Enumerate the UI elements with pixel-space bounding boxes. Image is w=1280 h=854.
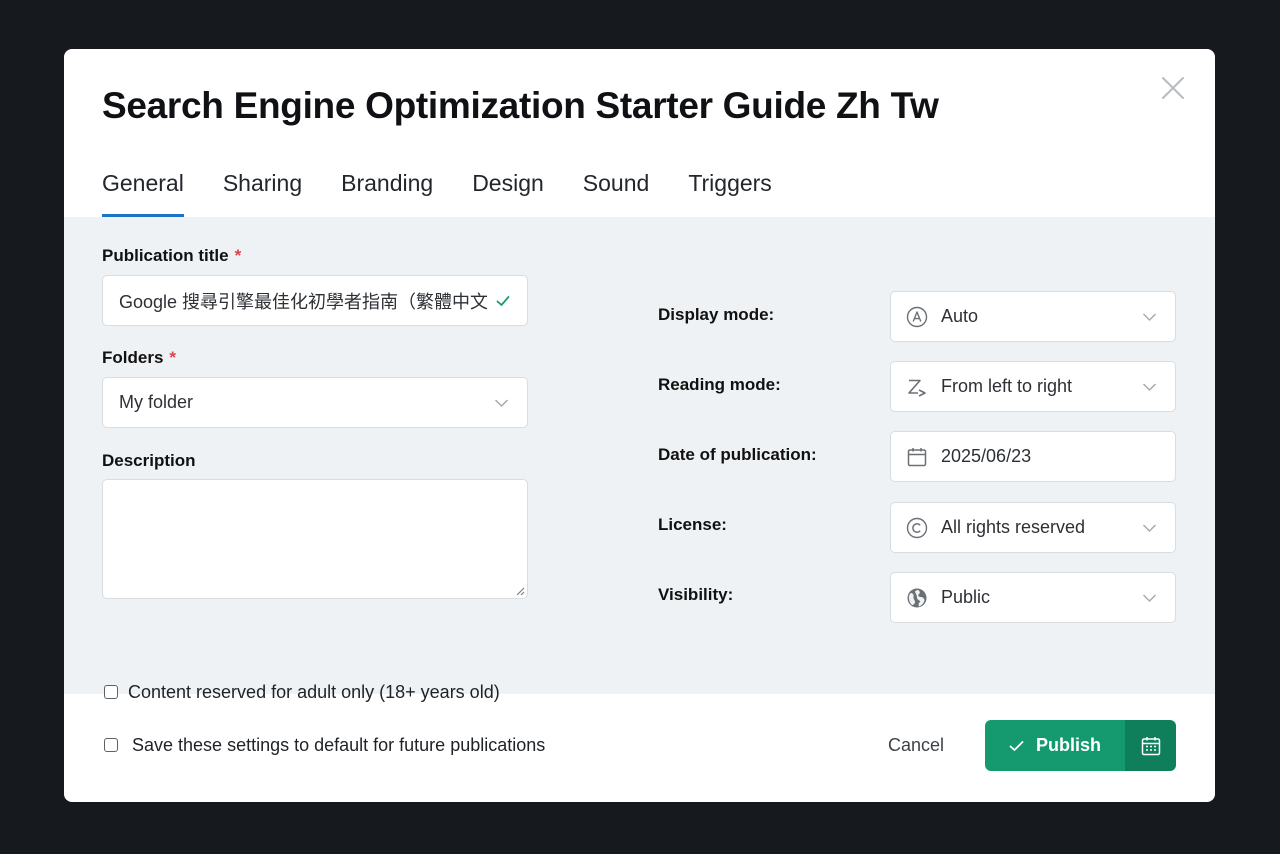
license-value: All rights reserved (941, 517, 1086, 537)
resize-handle-icon[interactable] (515, 586, 525, 596)
publish-button[interactable]: Publish (985, 720, 1125, 771)
display-mode-select[interactable]: Auto (890, 291, 1176, 342)
adult-only-label: Content reserved for adult only (18+ yea… (128, 682, 500, 702)
folders-label-text: Folders (102, 348, 164, 367)
save-default-checkbox[interactable] (104, 738, 118, 752)
required-marker: * (169, 348, 177, 367)
description-label: Description (102, 451, 196, 470)
date-of-publication-input[interactable]: 2025/06/23 (890, 431, 1176, 482)
date-of-publication-value: 2025/06/23 (941, 446, 1032, 466)
publication-title-label: Publication title * (102, 246, 241, 266)
publication-title-value: Google 搜尋引擎最佳化初學者指南（繁體中文 (119, 291, 487, 312)
publish-button-group: Publish (985, 720, 1176, 771)
visibility-select[interactable]: Public (890, 572, 1176, 623)
globe-icon (906, 587, 928, 609)
auto-mode-icon (906, 306, 928, 328)
reading-direction-icon (906, 376, 928, 398)
folders-label: Folders * (102, 348, 176, 368)
check-icon (1009, 740, 1024, 751)
cancel-button[interactable]: Cancel (888, 735, 944, 756)
visibility-label: Visibility: (658, 585, 734, 604)
calendar-icon (1141, 736, 1160, 755)
visibility-value: Public (941, 587, 991, 607)
close-icon[interactable] (1160, 75, 1186, 101)
required-marker: * (234, 246, 242, 265)
chevron-down-icon (494, 398, 509, 408)
tab-triggers[interactable]: Triggers (688, 167, 772, 217)
dialog-title: Search Engine Optimization Starter Guide… (102, 85, 939, 126)
general-settings-panel: Publication title * Google 搜尋引擎最佳化初學者指南（繁… (64, 217, 1215, 702)
chevron-down-icon (1142, 593, 1157, 603)
publication-title-input[interactable]: Google 搜尋引擎最佳化初學者指南（繁體中文 (102, 275, 528, 326)
chevron-down-icon (1142, 523, 1157, 533)
date-of-publication-label: Date of publication: (658, 445, 817, 464)
folders-select[interactable]: My folder (102, 377, 528, 428)
tab-general[interactable]: General (102, 167, 184, 217)
tab-branding[interactable]: Branding (341, 167, 433, 217)
display-mode-label: Display mode: (658, 305, 775, 324)
publication-settings-dialog: Search Engine Optimization Starter Guide… (64, 49, 1215, 802)
copyright-icon (906, 517, 928, 539)
calendar-icon (906, 446, 928, 468)
publish-label: Publish (1035, 735, 1101, 755)
display-mode-value: Auto (941, 306, 979, 326)
settings-tabs: General Sharing Branding Design Sound Tr… (102, 167, 811, 217)
adult-only-checkbox[interactable] (104, 685, 118, 699)
license-select[interactable]: All rights reserved (890, 502, 1176, 553)
description-textarea[interactable] (102, 479, 528, 599)
chevron-down-icon (1142, 382, 1157, 392)
reading-mode-value: From left to right (941, 376, 1073, 396)
tab-sound[interactable]: Sound (583, 167, 650, 217)
valid-check-icon (496, 296, 510, 306)
reading-mode-label: Reading mode: (658, 375, 781, 394)
tab-sharing[interactable]: Sharing (223, 167, 302, 217)
tab-design[interactable]: Design (472, 167, 544, 217)
publication-title-label-text: Publication title (102, 246, 229, 265)
license-label: License: (658, 515, 727, 534)
schedule-publish-button[interactable] (1125, 720, 1176, 771)
reading-mode-select[interactable]: From left to right (890, 361, 1176, 412)
folders-value: My folder (119, 392, 194, 412)
save-default-label: Save these settings to default for futur… (132, 735, 546, 755)
chevron-down-icon (1142, 312, 1157, 322)
